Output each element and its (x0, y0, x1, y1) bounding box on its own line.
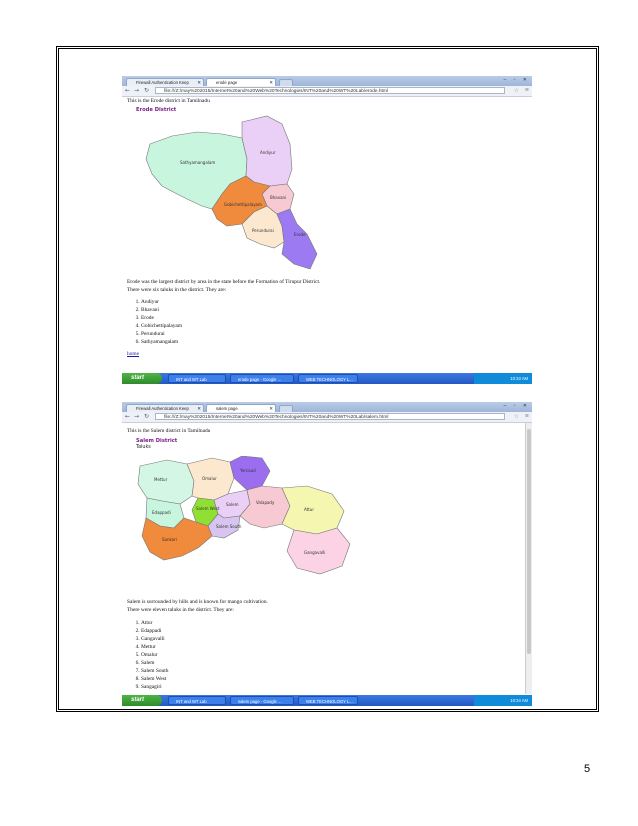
tab-strip: Firewall Authentication Keep ✕ salem page… (122, 402, 532, 414)
window-controls[interactable]: – ▫ ✕ (503, 77, 530, 83)
close-icon[interactable]: ✕ (197, 79, 201, 86)
list-item: Salem South (141, 667, 168, 675)
map-label: Andiyur (260, 150, 276, 155)
description-line-1: Erode was the largest district by area i… (127, 279, 321, 285)
tab-salem-page[interactable]: salem page ✕ (206, 404, 276, 412)
vertical-scrollbar[interactable] (525, 423, 532, 694)
district-heading: Salem District (136, 438, 178, 444)
district-heading: Erode District (136, 107, 177, 113)
tab-label: salem page (216, 406, 238, 411)
list-item: Attur (141, 619, 168, 627)
map-label: Salem (226, 502, 239, 507)
back-icon[interactable]: ← (125, 87, 130, 94)
list-item: Gobichettipalayam (141, 322, 182, 330)
tab-label: erode page (216, 80, 238, 85)
list-item: Perundurai (141, 330, 182, 338)
start-button[interactable]: start (122, 373, 162, 384)
taluks-subheading: Taluks (136, 445, 151, 450)
description-line-2: There were six taluks in the district. T… (127, 287, 227, 293)
start-button[interactable]: start (122, 695, 162, 706)
taluk-list: Andiyur Bhavani Erode Gobichettipalayam … (127, 298, 182, 346)
home-link[interactable]: home (127, 351, 139, 357)
address-bar-row: ← → ↻ file:///Z:/may%202015/Internet%20a… (122, 412, 532, 423)
menu-icon[interactable]: ≡ (525, 86, 529, 94)
map-region-yercaud (229, 456, 271, 491)
map-label: Gobichettipalayam (224, 202, 262, 207)
erode-browser-screenshot: Firewall Authentication Keep ✕ erode page… (122, 76, 532, 386)
list-item: Erode (141, 314, 182, 322)
system-tray-clock: 10:33 AM (474, 373, 532, 384)
url-field[interactable]: file:///Z:/may%202015/Internet%20and%20W… (155, 87, 505, 94)
map-label: Salem South (216, 524, 242, 529)
window-controls[interactable]: – ▫ ✕ (503, 403, 530, 409)
list-item: Bhavani (141, 306, 182, 314)
windows-taskbar: start INT and WT Lab salem page - Google… (122, 695, 532, 706)
map-label: Sathyamangalam (180, 160, 215, 165)
map-label: Attur (304, 507, 314, 512)
erode-district-map: Andiyur Sathyamangalam Bhavani Gobichett… (145, 115, 318, 270)
list-item: Mettur (141, 643, 168, 651)
back-icon[interactable]: ← (125, 413, 130, 420)
url-field[interactable]: file:///Z:/may%202015/Internet%20and%20W… (155, 413, 505, 420)
tab-firewall[interactable]: Firewall Authentication Keep ✕ (126, 78, 204, 86)
map-region-valapady (239, 485, 291, 529)
tab-firewall[interactable]: Firewall Authentication Keep ✕ (126, 404, 204, 412)
scrollbar-thumb[interactable] (527, 429, 531, 654)
list-item: Andiyur (141, 298, 182, 306)
salem-browser-screenshot: Firewall Authentication Keep ✕ salem page… (122, 402, 532, 707)
taluk-list: Attur Edappadi Gangavalli Mettur Omalur … (127, 619, 168, 691)
system-tray-clock: 10:34 AM (474, 695, 532, 706)
windows-taskbar: start INT and WT Lab erode page - Google… (122, 373, 532, 384)
map-label: Valapady (256, 500, 275, 505)
intro-text: This is the Salem district in Tamilnadu (127, 428, 211, 434)
list-item: Salem West (141, 675, 168, 683)
list-item: Salem (141, 659, 168, 667)
description-line-2: There were eleven taluks in the district… (127, 607, 234, 613)
description-line-1: Salem is surrounded by hills and is know… (127, 599, 268, 605)
close-icon[interactable]: ✕ (269, 405, 273, 412)
map-label: Yercaud (239, 468, 256, 473)
map-label: Sankari (162, 537, 177, 542)
map-label: Omalur (202, 476, 217, 481)
forward-icon[interactable]: → (134, 87, 139, 94)
list-item: Sathyamangalam (141, 338, 182, 346)
map-label: Gangavalli (304, 550, 325, 555)
map-label: Perundurai (252, 228, 274, 233)
taskbar-item[interactable]: erode page - Google ... (230, 374, 294, 383)
taskbar-item[interactable]: salem page - Google ... (230, 696, 294, 705)
menu-icon[interactable]: ≡ (525, 412, 529, 420)
intro-text: This is the Erode district in Tamilnadu (127, 98, 210, 104)
address-bar-row: ← → ↻ file:///Z:/may%202015/Internet%20a… (122, 86, 532, 97)
taskbar-item[interactable]: INT and WT Lab (168, 696, 226, 705)
taskbar-item[interactable]: INT and WT Lab (168, 374, 226, 383)
taskbar-item[interactable]: WEB TECHNOLOGY L... (298, 696, 358, 705)
salem-district-map: Mettur Omalur Yercaud Edappadi Salem Wes… (137, 456, 351, 575)
tab-strip: Firewall Authentication Keep ✕ erode page… (122, 76, 532, 88)
reload-icon[interactable]: ↻ (144, 87, 149, 94)
tab-label: Firewall Authentication Keep (136, 80, 189, 85)
map-label: Mettur (154, 477, 168, 482)
map-region-mettur (137, 459, 195, 505)
list-item: Edappadi (141, 627, 168, 635)
map-label: Salem West (196, 506, 220, 511)
map-label: Edappadi (152, 510, 171, 515)
tab-label: Firewall Authentication Keep (136, 406, 189, 411)
tab-erode-page[interactable]: erode page ✕ (206, 78, 276, 86)
taskbar-item[interactable]: WEB TECHNOLOGY L... (298, 374, 358, 383)
map-label: Erode (294, 232, 306, 237)
page-number: 5 (584, 763, 591, 775)
list-item: Omalur (141, 651, 168, 659)
list-item: Sangagiri (141, 683, 168, 691)
map-label: Bhavani (270, 195, 286, 200)
close-icon[interactable]: ✕ (269, 79, 273, 86)
bookmark-star-icon[interactable]: ☆ (514, 87, 519, 94)
close-icon[interactable]: ✕ (197, 405, 201, 412)
list-item: Gangavalli (141, 635, 168, 643)
bookmark-star-icon[interactable]: ☆ (514, 413, 519, 420)
reload-icon[interactable]: ↻ (144, 413, 149, 420)
forward-icon[interactable]: → (134, 413, 139, 420)
